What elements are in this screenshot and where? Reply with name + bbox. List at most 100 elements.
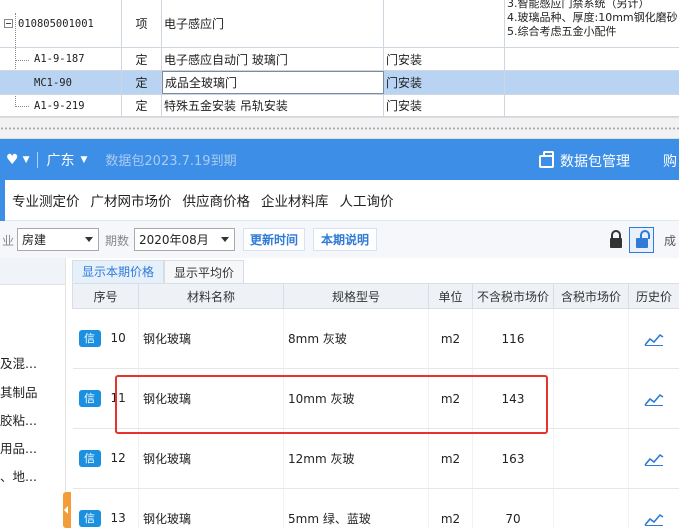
period-value: 2020年08月	[139, 233, 209, 247]
category-item[interactable]: 胶粘...	[0, 410, 37, 429]
active-tab-indicator	[0, 180, 5, 221]
trend-chart-icon[interactable]	[644, 452, 664, 466]
material-name: 钢化玻璃	[138, 488, 284, 528]
data-package-manage-button[interactable]: 数据包管理	[539, 150, 630, 171]
price-in-tax	[553, 308, 629, 369]
quota-row[interactable]: A1-9-187 定 电子感应自动门 玻璃门 门安装	[0, 48, 679, 71]
splitter-grip	[0, 127, 679, 130]
table-row[interactable]: 信 10 钢化玻璃 8mm 灰玻 m2 116	[72, 308, 679, 369]
category-tree-header	[0, 258, 65, 285]
briefcase-icon	[539, 150, 554, 168]
row-no: 11	[110, 391, 126, 405]
column-header-spec[interactable]: 规格型号	[283, 283, 429, 309]
quota-name: 特殊五金安装 吊轨安装	[162, 95, 384, 116]
quota-code: A1-9-187	[0, 48, 122, 70]
price-in-tax	[553, 488, 629, 528]
price-ex-tax: 70	[472, 488, 554, 528]
industry-label: 业	[2, 234, 15, 248]
column-header-price-in-tax[interactable]: 含税市场价	[553, 283, 629, 309]
region-selector[interactable]: 广东	[46, 150, 74, 170]
material-unit: m2	[428, 488, 473, 528]
quota-unit: 门安装	[384, 95, 505, 116]
divider	[37, 151, 39, 168]
category-item[interactable]: 其制品	[0, 382, 38, 401]
quota-unit: 门安装	[384, 71, 505, 94]
feature-line: 4.玻璃品种、厚度:10mm钢化磨砂	[507, 11, 678, 24]
material-spec: 12mm 灰玻	[283, 428, 429, 489]
tab-current-price[interactable]: 显示本期价格	[72, 260, 165, 283]
filter-bar: 业 房建 期数 2020年08月 更新时间 本期说明 成	[0, 221, 679, 258]
tab-supplier-price[interactable]: 供应商价格	[183, 190, 251, 210]
lock-button[interactable]	[603, 227, 628, 253]
chevron-down-icon	[85, 237, 93, 242]
lock-icon	[609, 230, 622, 248]
table-row[interactable]: 信 13 钢化玻璃 5mm 绿、蓝玻 m2 70	[72, 488, 679, 528]
quota-type: 项	[122, 0, 162, 47]
material-unit: m2	[428, 368, 473, 429]
quota-grid: 010805001001 项 电子感应门 3.智能感应门禁系统（另计） 4.玻璃…	[0, 0, 679, 117]
category-item[interactable]: 及混...	[0, 353, 37, 372]
panel-splitter[interactable]	[0, 117, 679, 139]
period-label: 期数	[105, 234, 130, 248]
collapse-panel-handle[interactable]	[63, 492, 71, 528]
table-header: 序号 材料名称 规格型号 单位 不含税市场价 含税市场价 历史价	[72, 283, 679, 309]
price-source-tabs: 专业测定价 广材网市场价 供应商价格 企业材料库 人工询价	[0, 180, 679, 221]
table-row[interactable]: 信 11 钢化玻璃 10mm 灰玻 m2 143	[72, 368, 679, 429]
unlock-button[interactable]	[629, 227, 654, 253]
quota-name-editor[interactable]: 成品全玻璃门	[162, 71, 384, 94]
quota-name: 电子感应自动门 玻璃门	[162, 48, 384, 70]
trend-chart-icon[interactable]	[644, 332, 664, 346]
tab-manual-inquiry[interactable]: 人工询价	[340, 190, 394, 210]
price-panel-header: ♥ ▼ 广东 ▼ 数据包2023.7.19到期 数据包管理 购	[0, 139, 679, 180]
table-row[interactable]: 信 12 钢化玻璃 12mm 灰玻 m2 163	[72, 428, 679, 489]
category-item[interactable]: 、地...	[0, 466, 37, 485]
period-select[interactable]: 2020年08月	[134, 228, 235, 251]
row-no: 10	[110, 331, 126, 345]
quota-code: MC1-90	[0, 71, 122, 94]
info-badge[interactable]: 信	[78, 330, 101, 347]
material-name: 钢化玻璃	[138, 368, 284, 429]
unlock-icon	[635, 230, 650, 248]
heart-icon[interactable]: ♥	[6, 152, 19, 168]
data-package-manage-label: 数据包管理	[560, 154, 630, 170]
tab-enterprise-library[interactable]: 企业材料库	[261, 190, 329, 210]
info-badge[interactable]: 信	[78, 390, 101, 407]
period-explain-button[interactable]: 本期说明	[313, 228, 377, 251]
row-no: 12	[110, 451, 126, 465]
trend-chart-icon[interactable]	[644, 512, 664, 526]
tab-average-price[interactable]: 显示平均价	[164, 260, 245, 283]
quota-name: 电子感应门	[162, 0, 384, 47]
material-unit: m2	[428, 308, 473, 369]
category-item[interactable]: 用品...	[0, 438, 37, 457]
column-header-no[interactable]: 序号	[72, 283, 139, 309]
column-header-history[interactable]: 历史价	[628, 283, 679, 309]
quota-code: A1-9-219	[0, 95, 122, 116]
collapse-tree-icon[interactable]	[4, 19, 13, 28]
expire-notice: 数据包2023.7.19到期	[105, 154, 237, 169]
trend-chart-icon[interactable]	[644, 392, 664, 406]
quota-row[interactable]: A1-9-219 定 特殊五金安装 吊轨安装 门安装	[0, 95, 679, 117]
feature-line: 5.综合考虑五金小配件	[507, 25, 617, 38]
chevron-down-icon[interactable]: ▼	[23, 155, 30, 165]
material-name: 钢化玻璃	[138, 308, 284, 369]
tab-professional-price[interactable]: 专业测定价	[12, 190, 80, 210]
column-header-name[interactable]: 材料名称	[138, 283, 284, 309]
update-time-button[interactable]: 更新时间	[243, 228, 305, 251]
industry-select[interactable]: 房建	[17, 228, 99, 251]
tab-market-price[interactable]: 广材网市场价	[91, 190, 172, 210]
material-spec: 5mm 绿、蓝玻	[283, 488, 429, 528]
chevron-down-icon[interactable]: ▼	[80, 155, 87, 165]
material-name: 钢化玻璃	[138, 428, 284, 489]
quota-code: 010805001001	[18, 17, 94, 30]
price-in-tax	[553, 368, 629, 429]
info-badge[interactable]: 信	[78, 450, 101, 467]
column-header-price-ex-tax[interactable]: 不含税市场价	[472, 283, 554, 309]
buy-button[interactable]: 购	[663, 151, 677, 171]
material-unit: m2	[428, 428, 473, 489]
quota-row-selected[interactable]: MC1-90 定 成品全玻璃门 门安装	[0, 71, 679, 95]
column-header-unit[interactable]: 单位	[428, 283, 473, 309]
material-price-table: 序号 材料名称 规格型号 单位 不含税市场价 含税市场价 历史价 信 10 钢化玻…	[72, 283, 679, 528]
cut-off-button-text[interactable]: 成	[664, 232, 676, 249]
info-badge[interactable]: 信	[78, 510, 101, 527]
quota-unit	[384, 0, 505, 47]
